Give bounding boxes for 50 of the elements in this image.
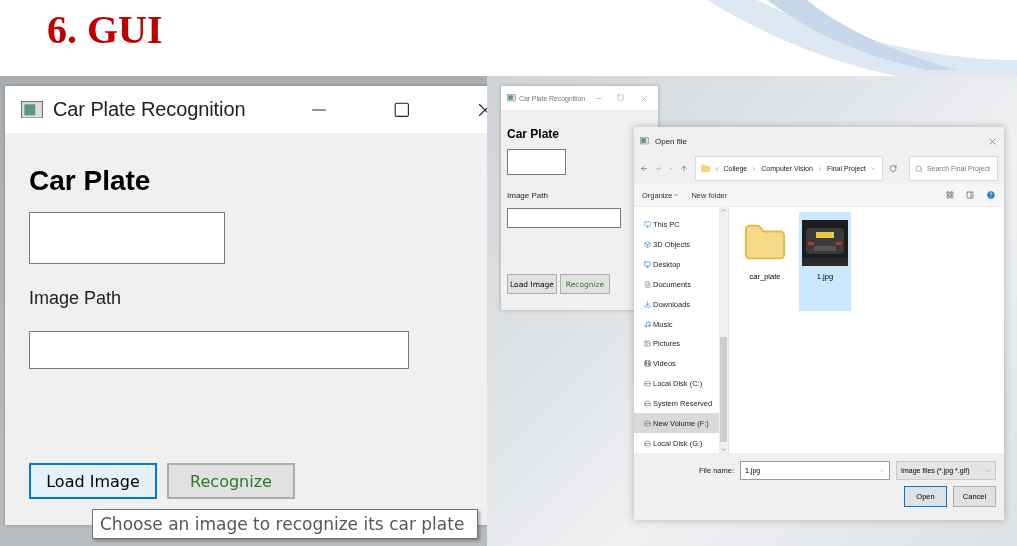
- scroll-up-icon[interactable]: [720, 207, 727, 214]
- slide-title: 6. GUI: [47, 6, 163, 53]
- nav-icon: [644, 419, 651, 427]
- help-icon[interactable]: [986, 190, 996, 200]
- field-label: Image Path: [29, 288, 122, 309]
- folder-icon: [700, 164, 710, 173]
- dialog-title: Open file: [655, 136, 689, 146]
- preview-pane-icon[interactable]: [966, 191, 974, 199]
- app-icon: [21, 100, 43, 119]
- forward-icon[interactable]: [654, 164, 663, 173]
- nav-icon: [644, 439, 651, 447]
- chevron-icon[interactable]: [668, 165, 675, 172]
- refresh-icon[interactable]: [888, 164, 897, 173]
- nav-icon: [644, 320, 651, 328]
- nav-icon: [644, 300, 651, 308]
- nav-icon: [644, 261, 651, 269]
- window-title: Car Plate Recognition: [53, 98, 247, 121]
- up-icon[interactable]: [680, 164, 689, 173]
- plate-field[interactable]: [29, 212, 225, 264]
- scrollbar[interactable]: [719, 207, 728, 453]
- scroll-down-icon[interactable]: [720, 446, 727, 453]
- field-label: Image Path: [507, 191, 548, 200]
- nav-icon: [644, 340, 651, 348]
- heading: Car Plate: [29, 165, 151, 197]
- nav-icon: [644, 280, 651, 288]
- nav-icon: [644, 221, 651, 229]
- nav-icon: [644, 380, 651, 388]
- plate-field[interactable]: [507, 149, 566, 175]
- caret-icon: [673, 192, 680, 198]
- separator-icon: [816, 165, 823, 172]
- app-icon: [507, 94, 516, 102]
- chevrons-icon: [713, 165, 720, 172]
- window-button[interactable]: Load Image: [29, 463, 157, 499]
- tooltip: Choose an image to recognize its car plate: [92, 509, 478, 539]
- separator-icon: [751, 165, 758, 172]
- nav-icon: [644, 399, 651, 407]
- window-button[interactable]: Recognize: [167, 463, 295, 499]
- heading: Car Plate: [507, 127, 560, 141]
- search-icon: [914, 164, 923, 173]
- path-field[interactable]: [507, 208, 621, 228]
- dropdown-icon: [985, 467, 991, 474]
- app-icon: [640, 137, 649, 145]
- dropdown-icon: [879, 467, 885, 474]
- path-field[interactable]: [29, 331, 409, 369]
- dropdown-icon[interactable]: [869, 165, 877, 172]
- nav-icon: [644, 360, 651, 368]
- view-icon[interactable]: [946, 191, 954, 199]
- back-icon[interactable]: [640, 164, 649, 173]
- nav-icon: [644, 241, 651, 249]
- maximize-icon[interactable]: [392, 100, 411, 119]
